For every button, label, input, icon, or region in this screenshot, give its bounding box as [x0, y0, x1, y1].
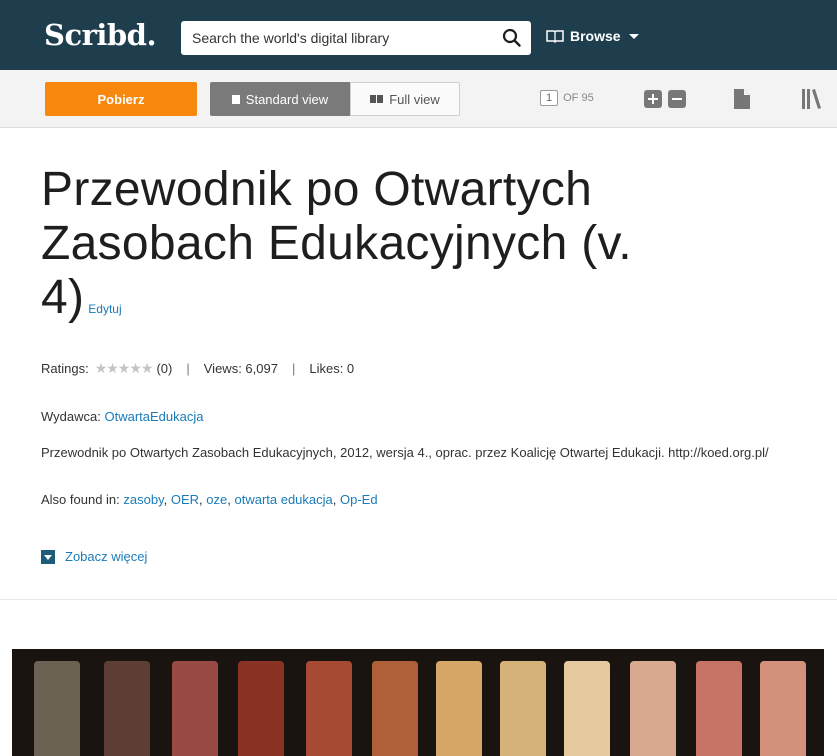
publisher-label: Wydawca: [41, 409, 101, 424]
pastel-stick [372, 661, 418, 756]
separator: | [291, 361, 296, 376]
tag-link[interactable]: Op-Ed [340, 492, 378, 507]
edit-link[interactable]: Edytuj [88, 302, 121, 316]
pastel-stick [238, 661, 284, 756]
library-icon[interactable] [801, 88, 831, 110]
full-view-button[interactable]: Full view [350, 82, 460, 116]
book-icon [546, 30, 564, 43]
ratings-count: (0) [156, 361, 173, 376]
view-toggle: Standard view Full view [210, 82, 460, 116]
pastel-stick [104, 661, 150, 756]
browse-menu[interactable]: Browse [546, 28, 639, 44]
also-found-label: Also found in: [41, 492, 120, 507]
stats-row: Ratings: ★★★★★ (0) | Views: 6,097 | Like… [41, 360, 354, 377]
current-page-input[interactable]: 1 [540, 90, 559, 106]
top-header: Scribd. Browse [0, 0, 837, 70]
document-title-text: Przewodnik po Otwartych Zasobach Edukacy… [41, 163, 632, 324]
separator: | [186, 361, 190, 376]
document-title: Przewodnik po Otwartych Zasobach Edukacy… [41, 163, 661, 336]
tag-link[interactable]: OER [171, 492, 199, 507]
ratings-label: Ratings: [41, 361, 89, 376]
pastel-stick [760, 661, 806, 756]
document-preview-image [12, 649, 824, 756]
zoom-out-icon[interactable] [668, 90, 686, 108]
page-indicator: 1 OF 95 [540, 90, 594, 106]
pastel-stick [500, 661, 546, 756]
zoom-in-icon[interactable] [644, 90, 662, 108]
search-box [181, 21, 531, 55]
pastel-stick [696, 661, 742, 756]
star-rating-icon[interactable]: ★★★★★ [95, 360, 154, 377]
tags-line: Also found in: zasoby, OER, oze, otwarta… [41, 492, 378, 507]
single-page-icon [231, 94, 240, 104]
page-icon[interactable] [733, 88, 751, 110]
browse-label: Browse [570, 28, 621, 44]
search-icon[interactable] [501, 27, 523, 49]
tag-link[interactable]: oze [206, 492, 227, 507]
document-description: Przewodnik po Otwartych Zasobach Edukacy… [41, 445, 769, 460]
download-button[interactable]: Pobierz [45, 82, 197, 116]
pastel-stick [630, 661, 676, 756]
see-more-toggle[interactable]: Zobacz więcej [41, 549, 147, 564]
tag-link[interactable]: otwarta edukacja [234, 492, 332, 507]
scribd-logo[interactable]: Scribd. [44, 18, 157, 52]
see-more-label: Zobacz więcej [65, 549, 148, 564]
publisher-line: Wydawca: OtwartaEdukacja [41, 409, 203, 424]
pastel-stick [436, 661, 482, 756]
publisher-link[interactable]: OtwartaEdukacja [104, 409, 203, 424]
standard-view-label: Standard view [245, 91, 329, 107]
full-view-label: Full view [389, 91, 440, 107]
likes-count: Likes: 0 [309, 361, 355, 376]
pastel-stick [34, 661, 80, 756]
pastel-stick [306, 661, 352, 756]
document-toolbar: Pobierz Standard view Full view 1 OF 95 [0, 70, 837, 128]
double-page-icon [370, 95, 384, 103]
views-count: Views: 6,097 [203, 361, 278, 376]
search-input[interactable] [181, 21, 491, 55]
standard-view-button[interactable]: Standard view [210, 82, 350, 116]
expand-icon [41, 549, 55, 564]
total-pages: OF 95 [563, 92, 594, 104]
chevron-down-icon [628, 33, 639, 39]
pastel-stick [172, 661, 218, 756]
tag-link[interactable]: zasoby [123, 492, 163, 507]
section-divider [0, 599, 837, 600]
pastel-stick [564, 661, 610, 756]
